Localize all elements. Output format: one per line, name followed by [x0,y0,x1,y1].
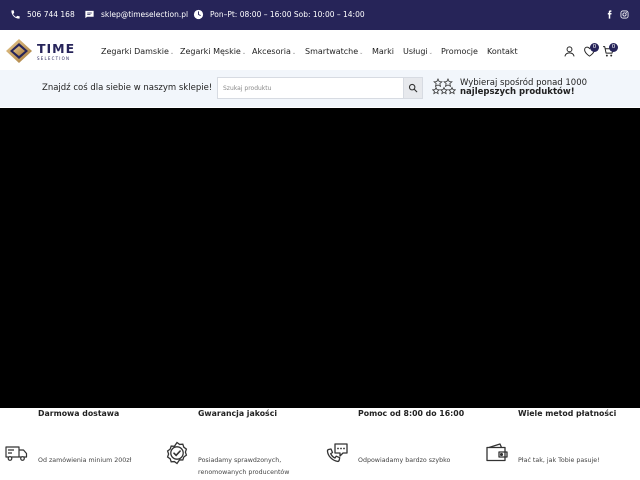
clock-icon [193,9,204,20]
contact-phone[interactable]: 506 744 168 [10,9,75,20]
nav-label: Usługi [403,47,428,56]
logo-text: TIME [37,41,76,56]
chevron-down-icon: ⌄ [359,50,364,56]
nav-label: Zegarki Damskie [101,47,169,56]
nav-label: Promocje [441,47,478,56]
chevron-down-icon: ⌄ [291,50,297,56]
nav-item-uslugi[interactable]: Usługi⌄ [403,47,433,56]
nav-item-promocje[interactable]: Promocje [441,47,478,56]
contact-email[interactable]: sklep@timeselection.pl [84,9,188,20]
feature-title: Darmowa dostawa [38,409,120,418]
email-address: sklep@timeselection.pl [101,10,189,19]
feature-subtitle: Odpowiadamy bardzo szybko [358,457,451,464]
chevron-down-icon: ⌄ [169,50,175,56]
nav-label: Marki [372,47,394,56]
search-icon [408,83,418,93]
feature-subtitle-line2: renomowanych producentów [198,469,290,476]
hero-banner[interactable] [0,108,640,408]
nav-label: Akcesoria [252,47,291,56]
stars-rating-icon [432,78,456,95]
chat-mail-icon [85,10,94,19]
opening-hours: Pon–Pt: 08:00 – 16:00 Sob: 10:00 – 14:00 [193,9,365,20]
facebook-icon[interactable] [605,10,614,19]
nav-label: Zegarki Męskie [180,47,241,56]
phone-number: 506 744 168 [27,10,75,19]
wishlist-count-badge: 0 [590,43,599,52]
promo-text-line2: najlepszych produktów! [460,87,575,97]
feature-subtitle: Posiadamy sprawdzonych, [198,457,282,464]
logo-mark-icon [6,39,32,63]
check-badge-icon [166,441,188,465]
feature-title: Pomoc od 8:00 do 16:00 [358,409,465,418]
top-bar: 506 744 168 sklep@timeselection.pl Pon–P… [0,0,640,30]
nav-item-akcesoria[interactable]: Akcesoria⌄ [252,47,296,56]
nav-item-marki[interactable]: Marki [372,47,394,56]
nav-item-smartwatche[interactable]: Smartwatche⌄ [305,47,363,56]
nav-label: Kontakt [487,47,518,56]
feature-subtitle: Od zamówienia minium 200zł [38,457,132,464]
feature-title: Wiele metod płatności [518,409,617,418]
truck-icon [5,446,28,461]
nav-item-zegarki-damskie[interactable]: Zegarki Damskie⌄ [101,47,174,56]
nav-label: Smartwatche [305,47,359,56]
main-header: TIME SELECTION Zegarki Damskie⌄ Zegarki … [0,30,640,70]
support-chat-icon [326,443,348,463]
nav-item-zegarki-meskie[interactable]: Zegarki Męskie⌄ [180,47,246,56]
search-strip-label: Znajdź coś dla siebie w naszym sklepie! [42,83,213,93]
user-icon[interactable] [563,45,576,58]
wallet-icon [486,443,508,462]
nav-item-kontakt[interactable]: Kontakt [487,47,518,56]
cart-count-badge: 0 [609,43,618,52]
features-bar: Darmowa dostawa Od zamówienia minium 200… [0,408,640,480]
logo-subtext: SELECTION [37,56,71,61]
chevron-down-icon: ⌄ [241,50,247,56]
feature-subtitle: Płać tak, jak Tobie pasuje! [518,457,600,464]
hours-text: Pon–Pt: 08:00 – 16:00 Sob: 10:00 – 14:00 [210,10,365,19]
feature-title: Gwarancja jakości [198,409,277,418]
instagram-icon[interactable] [620,10,629,19]
site-logo[interactable]: TIME SELECTION [5,38,81,64]
search-button[interactable] [403,77,423,99]
chevron-down-icon: ⌄ [428,50,433,56]
search-input[interactable] [217,77,403,99]
phone-icon [11,10,20,19]
